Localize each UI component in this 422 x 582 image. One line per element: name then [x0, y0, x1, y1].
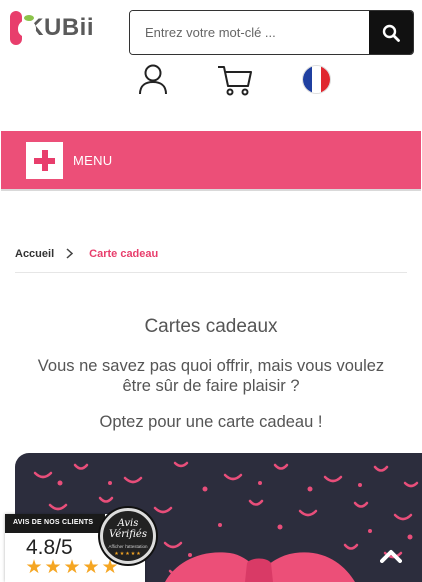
breadcrumb-home-link[interactable]: Accueil [15, 248, 54, 260]
reviews-header: AVIS DE NOS CLIENTS [5, 514, 105, 533]
chevron-right-icon [66, 248, 74, 262]
kubii-logo[interactable]: KUBii [10, 10, 94, 46]
logo-text: KUBii [26, 14, 94, 41]
search-icon [382, 24, 400, 42]
account-button[interactable] [137, 63, 169, 100]
search-input[interactable] [130, 11, 369, 54]
seal-title-line-1: Avis [117, 518, 139, 529]
raspberry-logo-icon [10, 11, 37, 45]
menu-label[interactable]: MENU [73, 153, 112, 168]
call-to-action-text: Optez pour une carte cadeau ! [99, 413, 323, 431]
chevron-up-icon [380, 550, 402, 563]
avis-verifies-seal[interactable]: Avis Vérifiés Afficher l'attestation ★★★… [100, 508, 156, 564]
star-icon: ★ [82, 557, 100, 578]
main-menu-bar[interactable]: MENU [1, 131, 421, 191]
star-icon: ★ [63, 557, 81, 578]
intro-text: Vous ne savez pas quoi offrir, mais vous… [37, 357, 385, 395]
seal-title-line-2: Vérifiés [109, 529, 147, 540]
search-bar [129, 10, 414, 55]
user-icon [139, 64, 167, 95]
french-flag-icon [303, 66, 312, 93]
site-header: KUBii [0, 0, 422, 130]
cart-icon [218, 66, 252, 96]
search-button[interactable] [369, 11, 413, 54]
breadcrumb-current[interactable]: Carte cadeau [89, 248, 158, 260]
rating-stars: ★ ★ ★ ★ ★ [25, 557, 119, 578]
cart-button[interactable] [217, 64, 253, 101]
customer-reviews-widget[interactable]: AVIS DE NOS CLIENTS 4.8/5 ★ ★ ★ ★ ★ Avis… [5, 508, 156, 582]
language-selector[interactable] [302, 65, 331, 94]
star-icon: ★ [25, 557, 43, 578]
seal-stars: ★★★★★ [114, 551, 142, 557]
star-icon: ★ [44, 557, 62, 578]
breadcrumb: Accueil Carte cadeau [15, 248, 407, 273]
seal-subtitle: Afficher l'attestation [108, 544, 148, 549]
menu-toggle-button[interactable] [26, 142, 63, 179]
page-title: Cartes cadeaux [144, 316, 278, 337]
scroll-to-top-button[interactable] [366, 536, 416, 576]
